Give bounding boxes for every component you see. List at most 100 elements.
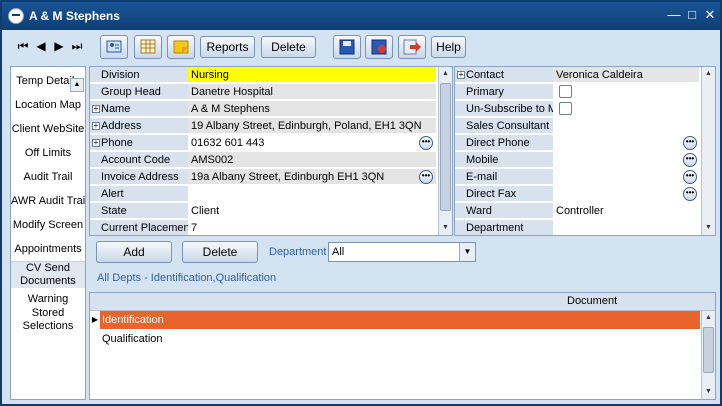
- direct-phone-value[interactable]: [553, 135, 699, 151]
- group-head-value[interactable]: Danetre Hospital: [188, 84, 436, 100]
- field-row-state: State Client: [90, 203, 452, 220]
- contact-card-button[interactable]: [100, 35, 128, 59]
- unsubscribe-checkbox[interactable]: [559, 102, 572, 115]
- sidebar-item-appointments[interactable]: Appointments: [11, 237, 85, 261]
- direct-phone-more-icon[interactable]: •••: [683, 136, 697, 150]
- first-record-icon[interactable]: ⏮: [16, 39, 30, 53]
- expand-icon[interactable]: +: [92, 105, 100, 113]
- minimize-icon[interactable]: —: [666, 7, 682, 23]
- column-header-document[interactable]: Document: [567, 295, 617, 307]
- client-details-grid: Division Nursing Group Head Danetre Hosp…: [89, 66, 453, 236]
- expand-icon[interactable]: +: [457, 71, 465, 79]
- sidebar-scroll-up-icon[interactable]: ▲: [70, 78, 84, 92]
- sidebar-item-audit-trail[interactable]: Audit Trail: [11, 165, 85, 189]
- field-label: Division: [90, 67, 188, 83]
- sidebar-item-location-map[interactable]: Location Map: [11, 93, 85, 117]
- help-button[interactable]: Help: [431, 36, 466, 58]
- field-row-invoice-address: Invoice Address 19a Albany Street, Edinb…: [90, 169, 452, 186]
- table-row[interactable]: ▶ Identification: [90, 311, 700, 329]
- sidebar-item-stored-selections[interactable]: Stored Selections: [11, 307, 85, 335]
- field-label: Name: [90, 101, 188, 117]
- previous-record-icon[interactable]: ◀: [34, 39, 48, 53]
- current-placement-value[interactable]: 7: [188, 220, 436, 235]
- expand-icon[interactable]: +: [92, 139, 100, 147]
- department-label: Department: [269, 246, 327, 258]
- sales-consultant-value[interactable]: [553, 118, 699, 134]
- account-code-value[interactable]: AMS002: [188, 152, 436, 168]
- field-label: Current Placement: [90, 220, 188, 235]
- delete-record-button[interactable]: Delete: [261, 36, 316, 58]
- contact-scrollbar[interactable]: ▲ ▼: [701, 67, 715, 235]
- sidebar-item-cv-send-documents[interactable]: CV Send Documents: [11, 262, 85, 288]
- next-record-icon[interactable]: ▶: [52, 39, 66, 53]
- sidebar-item-modify-screen[interactable]: Modify Screen: [11, 213, 85, 237]
- scroll-thumb[interactable]: [440, 83, 451, 211]
- scroll-up-icon[interactable]: ▲: [439, 67, 452, 81]
- scroll-thumb[interactable]: [703, 327, 714, 373]
- invoice-address-more-icon[interactable]: •••: [419, 170, 433, 184]
- maximize-icon[interactable]: □: [684, 7, 700, 23]
- scroll-down-icon[interactable]: ▼: [439, 221, 452, 235]
- address-value[interactable]: 19 Albany Street, Edinburgh, Poland, EH1…: [188, 118, 436, 134]
- sidebar: Temp Details ▲ Location Map Client WebSi…: [10, 66, 86, 400]
- row-indicator: [90, 330, 100, 348]
- add-document-button[interactable]: Add: [96, 241, 172, 263]
- field-row-direct-fax: Direct Fax •••: [455, 186, 715, 203]
- direct-fax-more-icon[interactable]: •••: [683, 187, 697, 201]
- field-label: Phone: [90, 135, 188, 151]
- grid-view-button[interactable]: [134, 35, 162, 59]
- sidebar-item-off-limits[interactable]: Off Limits: [11, 141, 85, 165]
- direct-fax-value[interactable]: [553, 186, 699, 202]
- email-more-icon[interactable]: •••: [683, 170, 697, 184]
- scroll-up-icon[interactable]: ▲: [702, 311, 715, 325]
- document-cell[interactable]: Identification: [100, 311, 700, 329]
- phone-more-icon[interactable]: •••: [419, 136, 433, 150]
- field-row-contact: Contact + Veronica Caldeira: [455, 67, 715, 84]
- department-select[interactable]: All ▼: [328, 242, 476, 262]
- scroll-down-icon[interactable]: ▼: [702, 385, 715, 399]
- last-record-icon[interactable]: ⏭: [70, 39, 84, 53]
- delete-document-button[interactable]: Delete: [182, 241, 258, 263]
- document-cell[interactable]: Qualification: [100, 330, 700, 348]
- primary-checkbox[interactable]: [559, 85, 572, 98]
- note-button[interactable]: [167, 35, 195, 59]
- mobile-more-icon[interactable]: •••: [683, 153, 697, 167]
- field-label: Sales Consultant: [455, 118, 553, 134]
- details-scrollbar[interactable]: ▲ ▼: [438, 67, 452, 235]
- field-row-phone: Phone + 01632 601 443 •••: [90, 135, 452, 152]
- mobile-value[interactable]: [553, 152, 699, 168]
- field-label: Invoice Address: [90, 169, 188, 185]
- field-label: Group Head: [90, 84, 188, 100]
- close-icon[interactable]: ✕: [702, 7, 718, 23]
- email-value[interactable]: [553, 169, 699, 185]
- state-value[interactable]: Client: [188, 203, 436, 219]
- table-row[interactable]: Qualification: [90, 330, 700, 348]
- field-label: Primary: [455, 84, 553, 100]
- field-row-department: Department: [455, 220, 715, 235]
- grid-icon: [140, 39, 156, 54]
- contact-value[interactable]: Veronica Caldeira: [553, 67, 699, 83]
- ward-value[interactable]: Controller: [553, 203, 699, 219]
- scroll-down-icon[interactable]: ▼: [702, 221, 715, 235]
- documents-scrollbar[interactable]: ▲ ▼: [701, 311, 715, 399]
- exit-icon: [403, 39, 421, 55]
- sidebar-item-awr-audit-trail[interactable]: AWR Audit Trail: [11, 189, 85, 213]
- expand-icon[interactable]: +: [92, 122, 100, 130]
- field-label: State: [90, 203, 188, 219]
- scroll-up-icon[interactable]: ▲: [702, 67, 715, 81]
- name-value[interactable]: A & M Stephens: [188, 101, 436, 117]
- division-value[interactable]: Nursing: [188, 67, 436, 83]
- reports-button[interactable]: Reports: [200, 36, 255, 58]
- app-icon: [8, 8, 24, 24]
- save-button[interactable]: [333, 35, 361, 59]
- sidebar-item-client-website[interactable]: Client WebSite: [11, 117, 85, 141]
- invoice-address-value[interactable]: 19a Albany Street, Edinburgh EH1 3QN: [188, 169, 436, 185]
- chevron-down-icon[interactable]: ▼: [459, 243, 475, 261]
- phone-value[interactable]: 01632 601 443: [188, 135, 436, 151]
- department-value[interactable]: [553, 220, 699, 235]
- field-row-direct-phone: Direct Phone •••: [455, 135, 715, 152]
- alert-value[interactable]: [188, 186, 436, 202]
- exit-button[interactable]: [398, 35, 426, 59]
- refresh-button[interactable]: [365, 35, 393, 59]
- contact-card-icon: [106, 40, 122, 53]
